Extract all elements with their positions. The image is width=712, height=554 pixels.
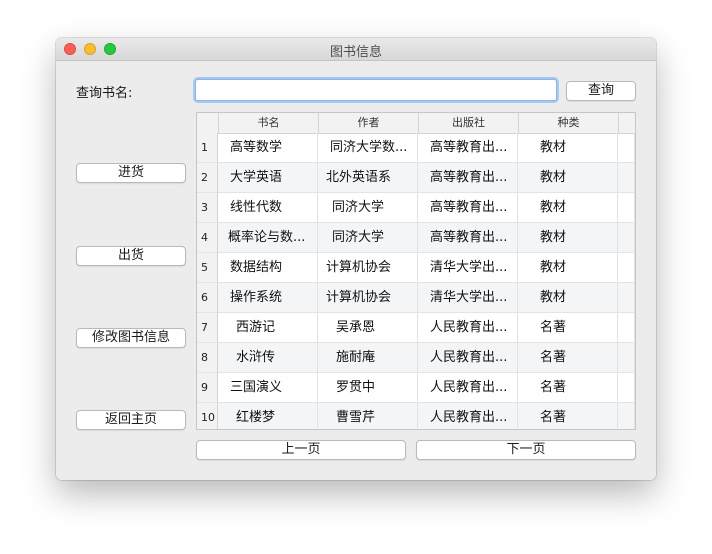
- previous-page-button[interactable]: 上一页: [196, 440, 406, 460]
- cell-publisher[interactable]: 高等教育出...: [418, 133, 518, 163]
- cell-title[interactable]: 数据结构: [218, 253, 318, 283]
- cell-publisher[interactable]: 人民教育出...: [418, 403, 518, 429]
- table-header: 书名 作者 出版社 种类: [197, 113, 635, 134]
- column-header-publisher[interactable]: 出版社: [418, 113, 518, 133]
- table-row[interactable]: 6 操作系统 计算机协会 清华大学出... 教材: [197, 283, 635, 313]
- cell-author[interactable]: 同济大学数...: [318, 133, 418, 163]
- row-number: 2: [197, 163, 218, 193]
- cell-publisher[interactable]: 高等教育出...: [418, 223, 518, 253]
- cell-publisher[interactable]: 高等教育出...: [418, 163, 518, 193]
- cell-author[interactable]: 计算机协会: [318, 253, 418, 283]
- window-title: 图书信息: [329, 45, 382, 60]
- row-number: 3: [197, 193, 218, 223]
- cell-publisher[interactable]: 清华大学出...: [418, 283, 518, 313]
- cell-author[interactable]: 北外英语系: [318, 163, 418, 193]
- title-bar: 图书信息: [56, 38, 656, 61]
- row-number: 9: [197, 373, 218, 403]
- table-row[interactable]: 10 红楼梦 曹雪芹 人民教育出... 名著: [197, 403, 635, 429]
- cell-category[interactable]: 教材: [518, 193, 618, 223]
- cell-category[interactable]: 名著: [518, 343, 618, 373]
- table-row[interactable]: 5 数据结构 计算机协会 清华大学出... 教材: [197, 253, 635, 283]
- cell-title[interactable]: 概率论与数...: [218, 223, 318, 253]
- cell-filler: [618, 373, 635, 403]
- cell-filler: [618, 193, 635, 223]
- cell-title[interactable]: 线性代数: [218, 193, 318, 223]
- column-header-filler: [618, 113, 635, 133]
- cell-filler: [618, 403, 635, 429]
- return-home-button[interactable]: 返回主页: [76, 410, 186, 430]
- cell-filler: [618, 223, 635, 253]
- column-header-category[interactable]: 种类: [518, 113, 618, 133]
- cell-author[interactable]: 同济大学: [318, 223, 418, 253]
- cell-title[interactable]: 三国演义: [218, 373, 318, 403]
- cell-author[interactable]: 吴承恩: [318, 313, 418, 343]
- cell-title[interactable]: 操作系统: [218, 283, 318, 313]
- row-number: 6: [197, 283, 218, 313]
- cell-filler: [618, 283, 635, 313]
- row-number: 1: [197, 133, 218, 163]
- cell-filler: [618, 313, 635, 343]
- column-header-title[interactable]: 书名: [218, 113, 318, 133]
- row-number: 7: [197, 313, 218, 343]
- cell-publisher[interactable]: 高等教育出...: [418, 193, 518, 223]
- cell-title[interactable]: 红楼梦: [218, 403, 318, 429]
- stock-in-button[interactable]: 进货: [76, 163, 186, 183]
- search-input[interactable]: [195, 79, 557, 101]
- book-table: 书名 作者 出版社 种类 1 高等数学 同济大学数... 高等教育出... 教材…: [196, 112, 636, 430]
- cell-filler: [618, 343, 635, 373]
- search-button[interactable]: 查询: [566, 81, 636, 101]
- cell-category[interactable]: 教材: [518, 163, 618, 193]
- next-page-button[interactable]: 下一页: [416, 440, 636, 460]
- cell-category[interactable]: 教材: [518, 283, 618, 313]
- row-number: 10: [197, 403, 218, 429]
- book-info-window: 图书信息 查询书名: 查询 进货 出货 修改图书信息 返回主页 书名 作者 出版…: [56, 38, 656, 480]
- cell-category[interactable]: 教材: [518, 223, 618, 253]
- cell-category[interactable]: 名著: [518, 403, 618, 429]
- table-row[interactable]: 8 水浒传 施耐庵 人民教育出... 名著: [197, 343, 635, 373]
- row-number: 5: [197, 253, 218, 283]
- cell-publisher[interactable]: 人民教育出...: [418, 313, 518, 343]
- table-row[interactable]: 7 西游记 吴承恩 人民教育出... 名著: [197, 313, 635, 343]
- table-row[interactable]: 4 概率论与数... 同济大学 高等教育出... 教材: [197, 223, 635, 253]
- cell-author[interactable]: 计算机协会: [318, 283, 418, 313]
- cell-filler: [618, 253, 635, 283]
- cell-publisher[interactable]: 人民教育出...: [418, 373, 518, 403]
- cell-category[interactable]: 名著: [518, 373, 618, 403]
- row-number: 4: [197, 223, 218, 253]
- cell-filler: [618, 133, 635, 163]
- cell-author[interactable]: 施耐庵: [318, 343, 418, 373]
- edit-book-info-button[interactable]: 修改图书信息: [76, 328, 186, 348]
- cell-title[interactable]: 西游记: [218, 313, 318, 343]
- search-label: 查询书名:: [76, 86, 133, 101]
- row-number: 8: [197, 343, 218, 373]
- table-row[interactable]: 9 三国演义 罗贯中 人民教育出... 名著: [197, 373, 635, 403]
- cell-title[interactable]: 水浒传: [218, 343, 318, 373]
- cell-filler: [618, 163, 635, 193]
- cell-title[interactable]: 高等数学: [218, 133, 318, 163]
- cell-publisher[interactable]: 清华大学出...: [418, 253, 518, 283]
- cell-category[interactable]: 教材: [518, 253, 618, 283]
- table-row[interactable]: 3 线性代数 同济大学 高等教育出... 教材: [197, 193, 635, 223]
- column-header-author[interactable]: 作者: [318, 113, 418, 133]
- table-row[interactable]: 1 高等数学 同济大学数... 高等教育出... 教材: [197, 133, 635, 163]
- cell-title[interactable]: 大学英语: [218, 163, 318, 193]
- cell-author[interactable]: 曹雪芹: [318, 403, 418, 429]
- stock-out-button[interactable]: 出货: [76, 246, 186, 266]
- cell-author[interactable]: 罗贯中: [318, 373, 418, 403]
- table-row[interactable]: 2 大学英语 北外英语系 高等教育出... 教材: [197, 163, 635, 193]
- cell-author[interactable]: 同济大学: [318, 193, 418, 223]
- cell-category[interactable]: 名著: [518, 313, 618, 343]
- cell-publisher[interactable]: 人民教育出...: [418, 343, 518, 373]
- cell-category[interactable]: 教材: [518, 133, 618, 163]
